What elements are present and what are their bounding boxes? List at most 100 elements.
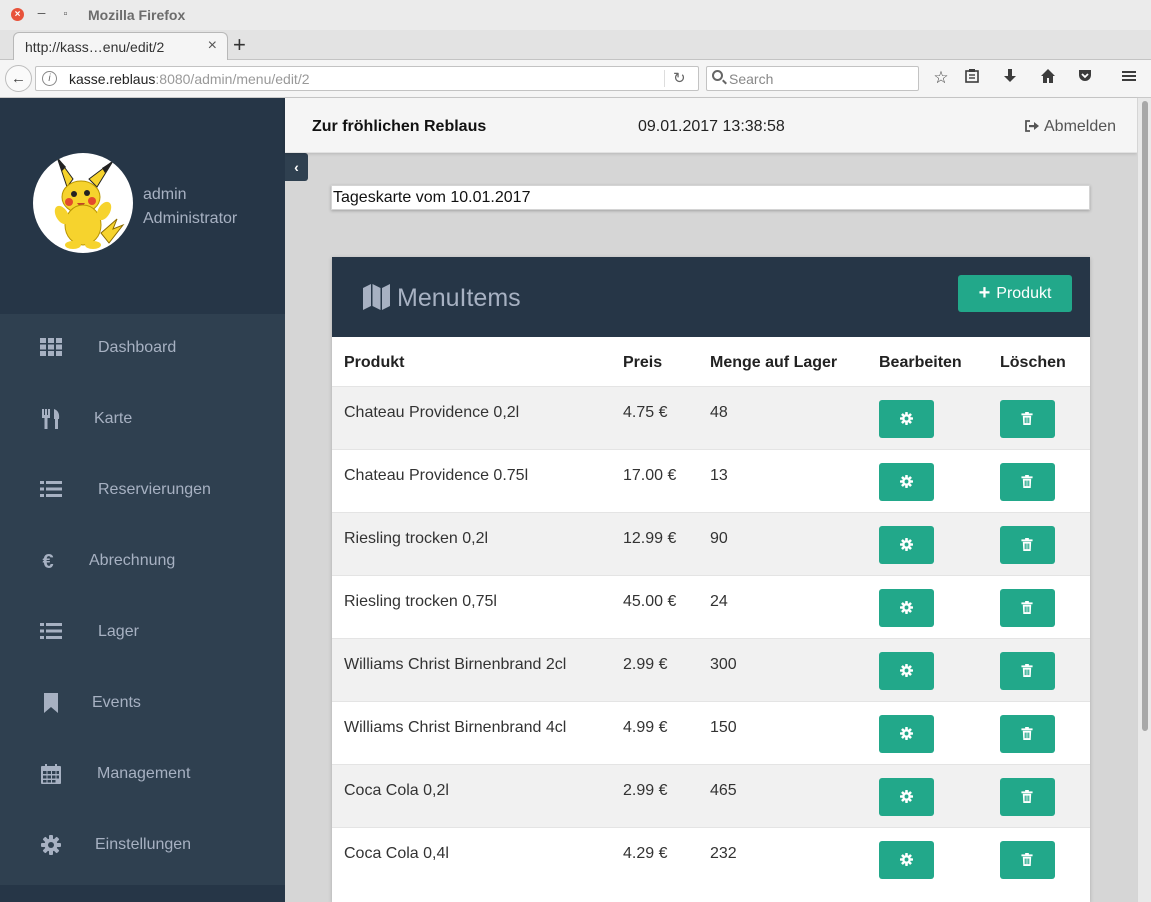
delete-button[interactable] — [1000, 526, 1055, 564]
sidebar-item-reservierungen[interactable]: Reservierungen — [0, 456, 285, 527]
cell-produkt: Riesling trocken 0,75l — [344, 593, 497, 610]
scrollbar-thumb[interactable] — [1142, 101, 1148, 731]
sidebar-item-lager[interactable]: Lager — [0, 598, 285, 669]
gear-icon — [900, 538, 913, 551]
back-arrow-icon[interactable]: ← — [5, 65, 32, 92]
browser-tab[interactable]: http://kass…enu/edit/2 × — [13, 32, 228, 61]
edit-button[interactable] — [879, 778, 934, 816]
cell-preis: 2.99 € — [623, 782, 668, 799]
gear-icon — [900, 664, 913, 677]
cell-menge: 24 — [710, 593, 728, 610]
cell-preis: 4.29 € — [623, 845, 668, 862]
edit-button[interactable] — [879, 715, 934, 753]
trash-icon — [1021, 538, 1033, 551]
edit-button[interactable] — [879, 841, 934, 879]
bookmark-star-icon[interactable]: ☆ — [930, 68, 952, 88]
cell-produkt: Riesling trocken 0,2l — [344, 530, 489, 547]
trash-icon — [1021, 601, 1033, 614]
table-row: Coca Cola 0,2l 2.99 € 465 — [332, 764, 1090, 827]
sidebar-item-management[interactable]: Management — [0, 740, 285, 811]
list-icon — [40, 480, 62, 502]
cell-menge: 90 — [710, 530, 728, 547]
datetime-display: 09.01.2017 13:38:58 — [638, 118, 785, 135]
sidebar-item-events[interactable]: Events — [0, 669, 285, 740]
cell-produkt: Williams Christ Birnenbrand 4cl — [344, 719, 567, 736]
window-minimize-icon[interactable]: – — [35, 5, 48, 21]
delete-button[interactable] — [1000, 652, 1055, 690]
bookmark-icon — [40, 693, 62, 715]
search-placeholder: Search — [729, 71, 774, 87]
edit-button[interactable] — [879, 652, 934, 690]
sidebar-item-label: Events — [92, 694, 141, 711]
sidebar: admin Administrator Dashboard Karte Rese… — [0, 98, 285, 902]
cell-preis: 17.00 € — [623, 467, 677, 484]
add-product-button[interactable]: + Produkt — [958, 275, 1072, 312]
sidebar-item-label: Lager — [98, 623, 139, 640]
window-close-icon[interactable]: × — [11, 8, 24, 21]
delete-button[interactable] — [1000, 463, 1055, 501]
cell-menge: 465 — [710, 782, 737, 799]
user-name: admin — [143, 186, 187, 203]
page-scrollbar[interactable] — [1137, 98, 1151, 902]
delete-button[interactable] — [1000, 715, 1055, 753]
gear-icon — [40, 835, 62, 857]
edit-button[interactable] — [879, 463, 934, 501]
top-header: Zur fröhlichen Reblaus 09.01.2017 13:38:… — [285, 98, 1137, 153]
window-title: Mozilla Firefox — [88, 7, 186, 23]
search-input[interactable]: Search — [706, 66, 919, 91]
cell-produkt: Chateau Providence 0,2l — [344, 404, 520, 421]
delete-button[interactable] — [1000, 400, 1055, 438]
table-row: Chateau Providence 0,2l 4.75 € 48 — [332, 386, 1090, 449]
reading-list-icon[interactable] — [961, 68, 983, 89]
pocket-icon[interactable] — [1074, 68, 1096, 89]
tab-title: http://kass…enu/edit/2 — [25, 39, 165, 55]
avatar[interactable] — [33, 153, 133, 253]
list-icon — [40, 622, 62, 644]
url-host: kasse.reblaus — [69, 71, 156, 87]
plus-icon: + — [978, 282, 991, 304]
profile-block: admin Administrator — [0, 98, 285, 314]
edit-button[interactable] — [879, 526, 934, 564]
column-header-menge: Menge auf Lager — [710, 354, 838, 371]
edit-button[interactable] — [879, 589, 934, 627]
cell-menge: 13 — [710, 467, 728, 484]
edit-button[interactable] — [879, 400, 934, 438]
cutlery-icon — [40, 409, 62, 431]
sidebar-item-einstellungen[interactable]: Einstellungen — [0, 811, 285, 882]
sidebar-item-label: Einstellungen — [95, 836, 192, 853]
sidebar-toggle-chevron-left-icon[interactable]: ‹ — [285, 153, 308, 181]
sidebar-item-karte[interactable]: Karte — [0, 385, 285, 456]
delete-button[interactable] — [1000, 778, 1055, 816]
sidebar-item-abrechnung[interactable]: € Abrechnung — [0, 527, 285, 598]
th-icon — [40, 338, 62, 360]
sidebar-item-dashboard[interactable]: Dashboard — [0, 314, 285, 385]
new-tab-icon[interactable]: + — [233, 32, 246, 58]
calendar-icon — [40, 764, 62, 786]
url-bar[interactable]: i kasse.reblaus:8080/admin/menu/edit/2 ↻ — [35, 66, 699, 91]
tageskarte-input[interactable]: Tageskarte vom 10.01.2017 — [331, 185, 1090, 210]
browser-toolbar: ← i kasse.reblaus:8080/admin/menu/edit/2… — [0, 60, 1151, 98]
delete-button[interactable] — [1000, 589, 1055, 627]
logout-button[interactable]: Abmelden — [1025, 118, 1116, 136]
sidebar-item-label: Dashboard — [98, 339, 177, 356]
download-icon[interactable] — [999, 68, 1021, 89]
sidebar-item-label: Management — [97, 765, 191, 782]
column-header-produkt: Produkt — [344, 354, 405, 371]
window-maximize-icon[interactable]: ▫ — [59, 8, 72, 21]
delete-button[interactable] — [1000, 841, 1055, 879]
search-icon — [712, 70, 723, 81]
panel-title: MenuItems — [397, 284, 521, 312]
cell-produkt: Williams Christ Birnenbrand 2cl — [344, 656, 567, 673]
cell-menge: 300 — [710, 656, 737, 673]
table-row: Chateau Providence 0.75l 17.00 € 13 — [332, 449, 1090, 512]
window-titlebar: × – ▫ Mozilla Firefox — [0, 0, 1151, 30]
home-icon[interactable] — [1037, 68, 1059, 89]
column-header-bearbeiten: Bearbeiten — [879, 354, 962, 371]
tab-close-icon[interactable]: × — [208, 37, 217, 55]
info-icon[interactable]: i — [42, 71, 57, 86]
url-text[interactable]: kasse.reblaus:8080/admin/menu/edit/2 — [69, 71, 310, 87]
menuitems-panel: MenuItems + Produkt Produkt Preis Menge a… — [332, 257, 1090, 902]
trash-icon — [1021, 664, 1033, 677]
reload-icon[interactable]: ↻ — [673, 69, 686, 87]
hamburger-menu-icon[interactable] — [1118, 68, 1140, 89]
